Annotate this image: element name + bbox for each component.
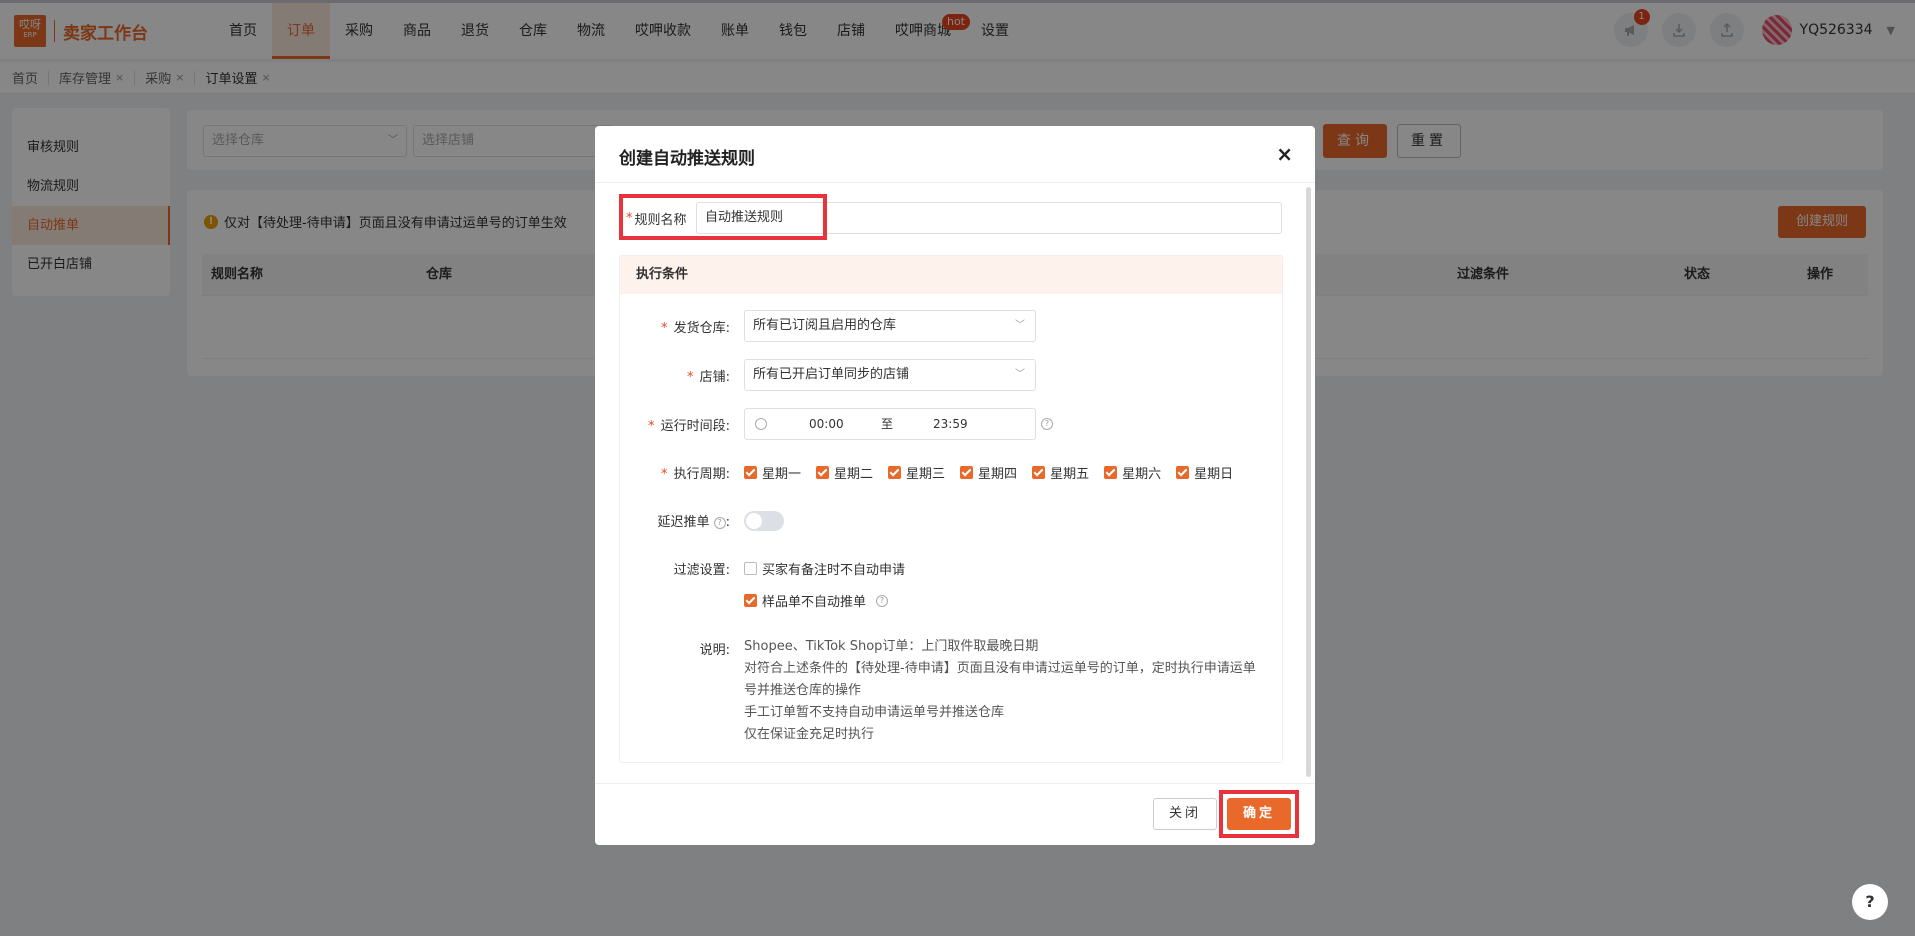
weekday-sun-checkbox[interactable]: 星期日 xyxy=(1176,463,1233,482)
delay-label-colon: : xyxy=(725,515,730,530)
weekday-mon-checkbox[interactable]: 星期一 xyxy=(744,463,801,482)
close-button[interactable]: 关闭 xyxy=(1153,798,1217,830)
filter-label: 过滤设置: xyxy=(673,563,730,578)
time-end[interactable]: 23:59 xyxy=(933,409,968,439)
checkbox-checked-icon xyxy=(1104,466,1118,479)
create-rule-dialog: 创建自动推送规则 × * 规则名称 自动推送规则 执行条件 * 发货仓库: 所有… xyxy=(595,126,1315,845)
time-separator: 至 xyxy=(881,417,894,431)
checkbox-unchecked-icon xyxy=(744,562,757,575)
highlight-box-confirm xyxy=(1219,790,1299,838)
help-icon[interactable]: ? xyxy=(713,516,726,529)
weekday-tue-checkbox[interactable]: 星期二 xyxy=(816,463,873,482)
filter-option-label: 买家有备注时不自动申请 xyxy=(762,563,906,578)
shop-dropdown[interactable]: 所有已开启订单同步的店铺 ﹀ xyxy=(744,359,1036,391)
weekday-wed-checkbox[interactable]: 星期三 xyxy=(888,463,945,482)
weekday-label: 星期一 xyxy=(762,467,802,482)
description-label: 说明: xyxy=(699,643,730,658)
cycle-label-text: 执行周期: xyxy=(673,467,730,482)
shop-label: * 店铺: xyxy=(686,370,730,385)
filter-sample-order-checkbox[interactable]: 样品单不自动推单 ? xyxy=(744,591,889,610)
checkbox-checked-icon xyxy=(960,466,974,479)
weekday-checkboxes: 星期一 星期二 星期三 星期四 星期五 星期六 星期日 xyxy=(744,463,1248,482)
weekday-fri-checkbox[interactable]: 星期五 xyxy=(1032,463,1089,482)
time-range-label-text: 运行时间段: xyxy=(660,419,730,434)
delay-toggle[interactable] xyxy=(744,511,784,531)
weekday-label: 星期日 xyxy=(1194,467,1234,482)
dialog-title: 创建自动推送规则 xyxy=(619,149,755,169)
checkbox-checked-icon xyxy=(744,594,757,607)
weekday-label: 星期三 xyxy=(906,467,946,482)
delay-label-text: 延迟推单 xyxy=(657,515,710,530)
warehouse-dropdown-value: 所有已订阅且启用的仓库 xyxy=(753,318,897,333)
checkbox-checked-icon xyxy=(816,466,830,479)
conditions-section: 执行条件 * 发货仓库: 所有已订阅且启用的仓库 ﹀ * 店铺: 所有已开启订单… xyxy=(619,255,1283,763)
dialog-footer-divider xyxy=(595,783,1315,784)
weekday-label: 星期六 xyxy=(1122,467,1162,482)
warehouse-label: * 发货仓库: xyxy=(660,321,730,336)
shop-dropdown-value: 所有已开启订单同步的店铺 xyxy=(753,367,910,382)
weekday-thu-checkbox[interactable]: 星期四 xyxy=(960,463,1017,482)
chevron-down-icon: ﹀ xyxy=(1015,369,1025,380)
dialog-scrollbar[interactable] xyxy=(1306,187,1311,777)
close-icon[interactable]: × xyxy=(1276,142,1293,166)
time-range-label: * 运行时间段: xyxy=(647,419,730,434)
checkbox-checked-icon xyxy=(744,466,757,479)
checkbox-checked-icon xyxy=(1032,466,1046,479)
conditions-title: 执行条件 xyxy=(620,256,1282,294)
shop-label-text: 店铺: xyxy=(699,370,730,385)
description-text: Shopee、TikTok Shop订单：上门取件取最晚日期 对符合上述条件的【… xyxy=(744,636,1264,746)
delay-label: 延迟推单 ?: xyxy=(620,511,730,530)
help-button[interactable]: ? xyxy=(1852,884,1888,920)
description-line: 仅在保证金充足时执行 xyxy=(744,727,875,742)
chevron-down-icon: ﹀ xyxy=(1015,320,1025,331)
dialog-body: * 规则名称 自动推送规则 执行条件 * 发货仓库: 所有已订阅且启用的仓库 ﹀… xyxy=(595,183,1315,783)
warehouse-label-text: 发货仓库: xyxy=(673,321,730,336)
description-line: 对符合上述条件的【待处理-待申请】页面且没有申请过运单号的订单，定时执行申请运单… xyxy=(744,661,1256,698)
description-line: Shopee、TikTok Shop订单：上门取件取最晚日期 xyxy=(744,639,1039,654)
help-icon[interactable]: ? xyxy=(1041,418,1053,430)
cycle-label: * 执行周期: xyxy=(660,467,730,482)
checkbox-checked-icon xyxy=(888,466,902,479)
filter-option-label: 样品单不自动推单 xyxy=(762,595,867,610)
weekday-label: 星期四 xyxy=(978,467,1018,482)
time-range-picker[interactable]: 00:00 至 23:59 xyxy=(744,408,1036,440)
time-start[interactable]: 00:00 xyxy=(809,409,844,439)
weekday-label: 星期二 xyxy=(834,467,874,482)
description-line: 手工订单暂不支持自动申请运单号并推送仓库 xyxy=(744,705,1005,720)
filter-buyer-note-checkbox[interactable]: 买家有备注时不自动申请 xyxy=(744,559,905,578)
clock-icon xyxy=(755,418,767,430)
help-icon[interactable]: ? xyxy=(876,594,889,607)
warehouse-dropdown[interactable]: 所有已订阅且启用的仓库 ﹀ xyxy=(744,310,1036,342)
checkbox-checked-icon xyxy=(1176,466,1190,479)
weekday-label: 星期五 xyxy=(1050,467,1090,482)
weekday-sat-checkbox[interactable]: 星期六 xyxy=(1104,463,1161,482)
highlight-box-name xyxy=(619,194,827,240)
